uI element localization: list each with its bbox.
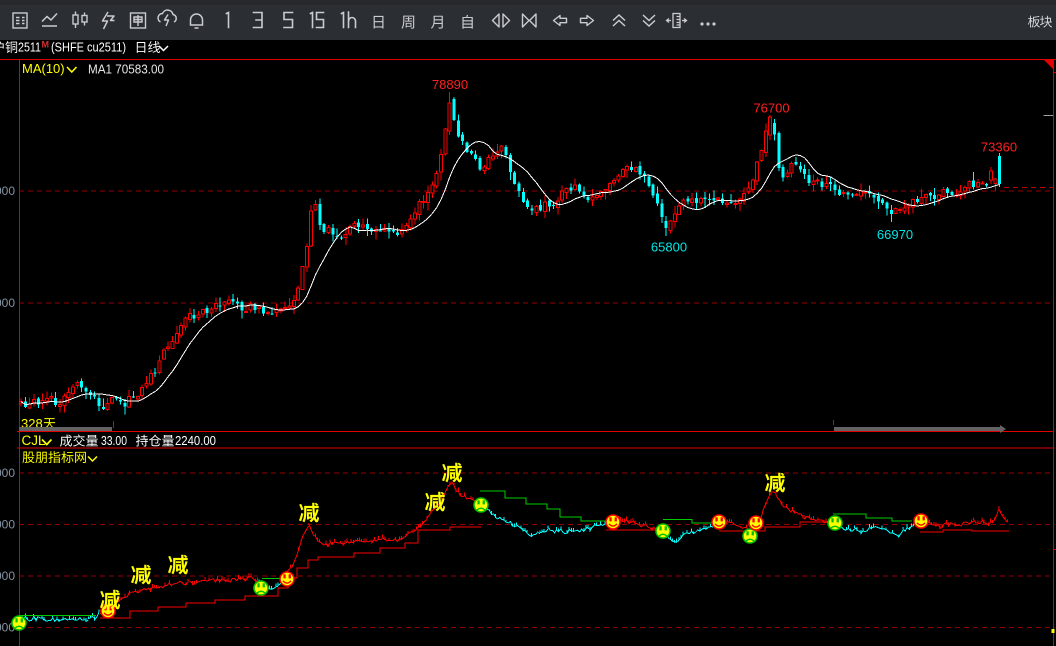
svg-text:350000: 350000 <box>0 569 15 583</box>
svg-text:M: M <box>42 40 50 50</box>
svg-text:450000: 450000 <box>0 466 15 480</box>
svg-text:78890: 78890 <box>432 77 468 92</box>
svg-text:400000: 400000 <box>0 518 15 532</box>
svg-text:66970: 66970 <box>877 227 913 242</box>
svg-text:33.00: 33.00 <box>101 433 127 448</box>
svg-text:70000: 70000 <box>0 296 15 310</box>
svg-text:(SHFE cu2511): (SHFE cu2511) <box>51 41 126 55</box>
svg-text:2240.00: 2240.00 <box>175 433 216 448</box>
svg-text:65800: 65800 <box>651 240 687 255</box>
svg-text:MA1 70583.00: MA1 70583.00 <box>88 62 164 77</box>
svg-text:76700: 76700 <box>753 101 789 116</box>
svg-text:MA(10): MA(10) <box>22 61 65 76</box>
svg-text:73360: 73360 <box>981 140 1017 155</box>
svg-text:75000: 75000 <box>0 184 15 198</box>
svg-text:2511: 2511 <box>18 41 41 55</box>
